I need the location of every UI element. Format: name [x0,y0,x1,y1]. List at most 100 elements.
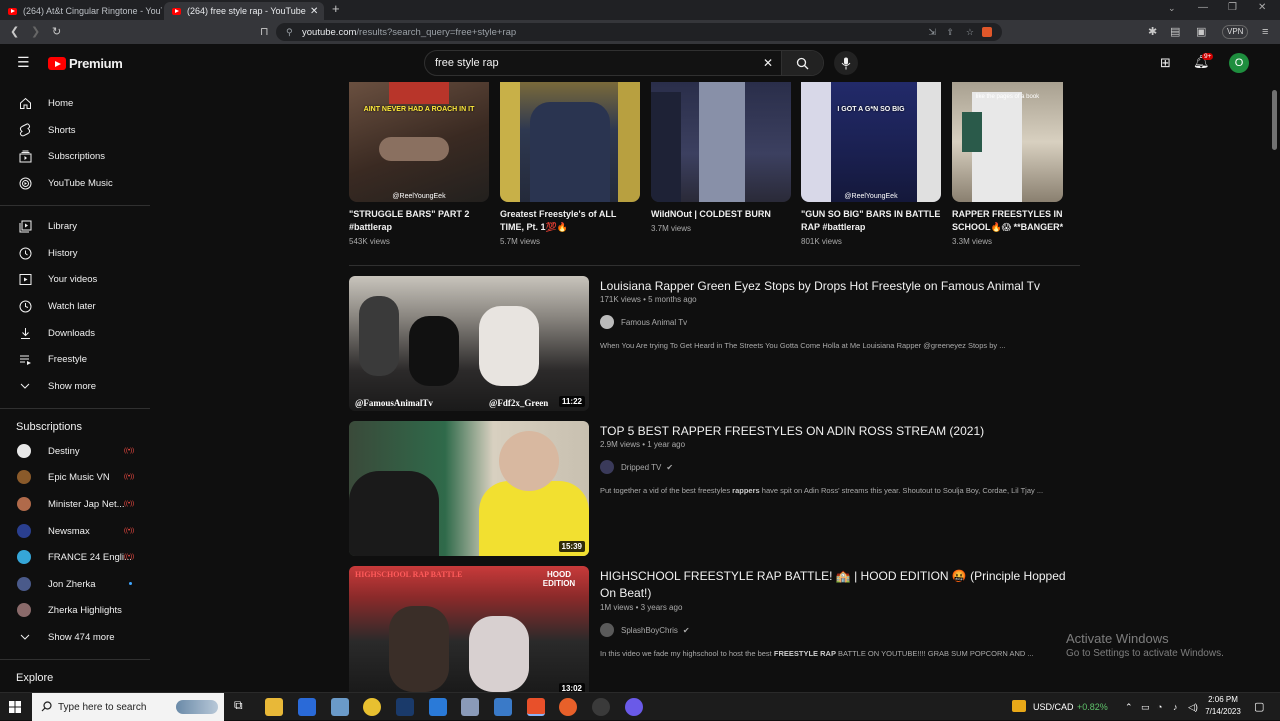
short-title[interactable]: "GUN SO BIG" BARS IN BATTLE RAP #battler… [801,208,941,234]
close-tab-icon[interactable]: ✕ [310,6,318,17]
channel-avatar[interactable] [600,623,614,637]
file-explorer-icon[interactable] [265,698,283,716]
channel-link[interactable]: Dripped TV ✔ [600,460,673,474]
install-icon[interactable]: ⇲ [928,27,936,38]
discord-icon[interactable] [625,698,643,716]
video-result[interactable]: HIGHSCHOOL RAP BATTLE HOOD EDITION 13:02… [349,566,1079,692]
notification-center-icon[interactable]: ▢ [1254,693,1264,721]
sidebar-sub-minister-jap[interactable]: Minister Jap Net... ((•)) [0,491,150,517]
brave-browser-icon[interactable] [527,698,545,716]
close-window-icon[interactable]: ✕ [1258,2,1266,13]
app-icon[interactable] [494,698,512,716]
voice-search-button[interactable] [834,51,858,75]
sidebar-sub-destiny[interactable]: Destiny ((•)) [0,438,150,464]
chrome-icon[interactable] [363,698,381,716]
microphone-icon[interactable]: ♪ [1173,693,1178,721]
sidebar-item-show-more[interactable]: Show more [0,373,150,399]
share-icon[interactable]: ⇪ [946,27,954,38]
search-button[interactable] [781,51,823,75]
bookmark-icon[interactable]: ⊓ [260,20,269,44]
sidebar-item-show-more-subs[interactable]: Show 474 more [0,624,150,650]
short-card[interactable]: Greatest Freestyle's of ALL TIME, Pt. 1💯… [500,82,640,246]
task-view-icon[interactable]: ⧉ [234,698,243,713]
short-title[interactable]: WildNOut | COLDEST BURN [651,208,791,221]
video-thumbnail[interactable]: HIGHSCHOOL RAP BATTLE HOOD EDITION 13:02 [349,566,589,692]
short-card[interactable]: AINT NEVER HAD A ROACH IN IT @ReelYoungE… [349,82,489,246]
extensions-icon[interactable]: ✱ [1148,20,1157,44]
ticker-symbol[interactable]: USD/CAD [1033,693,1074,721]
short-title[interactable]: "STRUGGLE BARS" PART 2 #battlerap [349,208,489,234]
short-thumbnail[interactable] [651,82,791,202]
page-scrollbar[interactable] [1270,82,1280,692]
sidebar-sub-jon-zherka[interactable]: Jon Zherka [0,571,150,597]
sidebar-item-history[interactable]: History [0,240,150,266]
app-icon[interactable] [461,698,479,716]
mail-icon[interactable] [429,698,447,716]
reload-icon[interactable]: ↻ [52,20,61,44]
create-video-icon[interactable]: ⊞ [1160,55,1171,71]
tab-search-icon[interactable]: ⌄ [1168,3,1176,14]
short-title[interactable]: RAPPER FREESTYLES IN SCHOOL🔥😱 **BANGER* [952,208,1067,234]
taskbar-search-box[interactable]: Type here to search [32,693,224,721]
channel-link[interactable]: Famous Animal Tv [600,315,687,329]
video-title[interactable]: Louisiana Rapper Green Eyez Stops by Dro… [600,278,1070,295]
video-thumbnail[interactable]: 15:39 [349,421,589,556]
scrollbar-thumb[interactable] [1272,90,1277,150]
clock-time[interactable]: 2:06 PM [1206,695,1240,704]
site-info-icon[interactable]: ⚲ [286,27,293,38]
video-title[interactable]: TOP 5 BEST RAPPER FREESTYLES ON ADIN ROS… [600,423,1070,440]
clock-date[interactable]: 7/14/2023 [1203,707,1243,716]
steam-icon[interactable] [396,698,414,716]
forward-icon[interactable]: ❯ [31,20,40,44]
channel-name[interactable]: SplashBoyChris [621,626,678,635]
sidebar-item-freestyle[interactable]: Freestyle [0,346,150,372]
video-result[interactable]: @FamousAnimalTv @Fdf2x_Green 11:22 Louis… [349,276,1079,412]
sidebar-item-your-videos[interactable]: Your videos [0,266,150,292]
video-thumbnail[interactable]: @FamousAnimalTv @Fdf2x_Green 11:22 [349,276,589,411]
short-title[interactable]: Greatest Freestyle's of ALL TIME, Pt. 1💯… [500,208,640,234]
channel-name[interactable]: Dripped TV [621,463,661,472]
channel-link[interactable]: SplashBoyChris ✔ [600,623,690,637]
menu-icon[interactable]: ≡ [1262,20,1268,44]
obs-icon[interactable] [592,698,610,716]
short-card[interactable]: WildNOut | COLDEST BURN 3.7M views [651,82,791,233]
short-card[interactable]: I GOT A G*N SO BIG @ReelYoungEek "GUN SO… [801,82,941,246]
sidebar-sub-zherka-highlights[interactable]: Zherka Highlights [0,597,150,623]
short-thumbnail[interactable] [500,82,640,202]
sidebar-item-watch-later[interactable]: Watch later [0,293,150,319]
sidebar-item-library[interactable]: Library [0,213,150,239]
video-result[interactable]: 15:39 TOP 5 BEST RAPPER FREESTYLES ON AD… [349,421,1079,557]
channel-avatar[interactable] [600,315,614,329]
channel-avatar[interactable] [600,460,614,474]
video-title[interactable]: HIGHSCHOOL FREESTYLE RAP BATTLE! 🏫 | HOO… [600,568,1070,602]
sidebar-item-youtube-music[interactable]: YouTube Music [0,170,150,196]
sidebar-item-downloads[interactable]: Downloads [0,320,150,346]
short-card[interactable]: like the pages of a book RAPPER FREESTYL… [952,82,1063,246]
tray-overflow-icon[interactable]: ⌃ [1125,693,1133,721]
bookmark-star-icon[interactable]: ☆ [966,27,974,38]
tab-free-style-rap[interactable]: (264) free style rap - YouTube ✕ [164,2,324,20]
youtube-logo[interactable]: Premium [48,56,123,71]
windows-start-icon[interactable] [9,701,21,713]
sidebar-item-subscriptions[interactable]: Subscriptions [0,143,150,169]
app-icon[interactable] [559,698,577,716]
guide-menu-icon[interactable]: ☰ [17,54,30,71]
sidebar-item-shorts[interactable]: Shorts [0,117,150,143]
app-icon[interactable] [331,698,349,716]
battery-icon[interactable]: ▭ [1141,693,1150,721]
new-tab-button[interactable]: + [332,1,340,16]
account-avatar[interactable]: O [1229,53,1249,73]
url-field[interactable]: ⚲ youtube.com/results?search_query=free+… [276,23,1002,41]
short-thumbnail[interactable]: I GOT A G*N SO BIG @ReelYoungEek [801,82,941,202]
minimize-icon[interactable]: — [1198,2,1208,13]
clear-search-icon[interactable]: ✕ [763,56,773,70]
channel-name[interactable]: Famous Animal Tv [621,318,687,327]
search-input[interactable] [425,51,783,75]
short-thumbnail[interactable]: like the pages of a book [952,82,1063,202]
short-thumbnail[interactable]: AINT NEVER HAD A ROACH IN IT @ReelYoungE… [349,82,489,202]
microsoft-store-icon[interactable] [298,698,316,716]
vpn-button[interactable]: VPN [1222,25,1249,39]
sidebar-sub-newsmax[interactable]: Newsmax ((•)) [0,518,150,544]
wallet-icon[interactable]: ▣ [1196,20,1206,44]
maximize-icon[interactable]: ❐ [1228,2,1237,13]
